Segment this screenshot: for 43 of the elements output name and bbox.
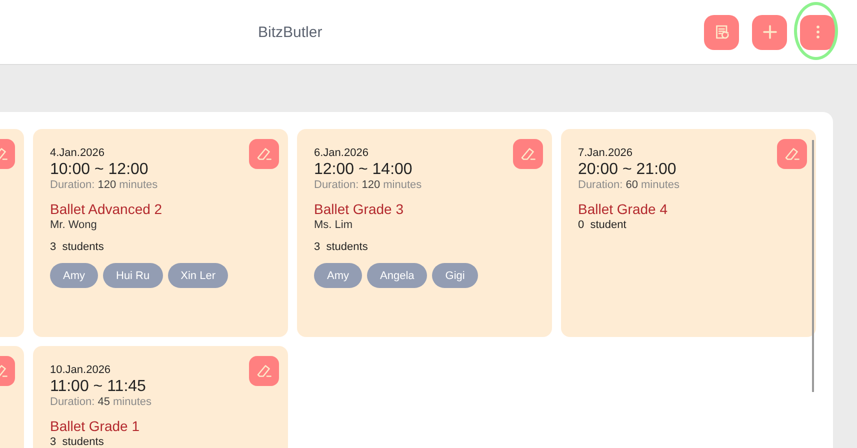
class-duration: Duration: 45 minutes [50, 396, 152, 408]
teacher-name: Mr. Wong [50, 219, 97, 231]
edit-button[interactable] [777, 139, 807, 169]
class-name: Ballet Grade 1 [50, 418, 140, 434]
student-chip[interactable]: Gigi [432, 263, 478, 288]
class-duration: Duration: 120 minutes [50, 179, 158, 191]
app-title: BitzButler [258, 24, 324, 40]
pencil-icon [255, 362, 273, 380]
class-time: 10:00 ~ 12:00 [50, 161, 148, 179]
plus-icon [762, 25, 776, 39]
more-icon [816, 25, 820, 39]
edit-button[interactable] [513, 139, 543, 169]
student-chip[interactable]: Amy [50, 263, 98, 288]
class-date: 4.Jan.2026 [50, 147, 104, 159]
teacher-name: Ms. Lim [314, 219, 352, 231]
pencil-icon [783, 145, 801, 163]
history-button[interactable] [704, 14, 739, 50]
pencil-icon [519, 145, 537, 163]
class-time: 12:00 ~ 14:00 [314, 161, 412, 179]
class-duration: Duration: 60 minutes [578, 179, 680, 191]
class-time: 20:00 ~ 21:00 [578, 161, 676, 179]
student-chip[interactable]: Angela [367, 263, 428, 288]
more-button[interactable] [800, 14, 835, 50]
class-date: 6.Jan.2026 [314, 147, 368, 159]
student-chip[interactable]: Xin Ler [168, 263, 228, 288]
student-count: 3 students [50, 436, 104, 448]
edit-button[interactable] [249, 356, 279, 386]
pencil-icon [255, 145, 273, 163]
student-chip[interactable]: Amy [314, 263, 362, 288]
student-chip[interactable]: Hui Ru [103, 263, 163, 288]
class-name: Ballet Grade 4 [578, 201, 668, 217]
class-duration: Duration: 120 minutes [314, 179, 422, 191]
class-name: Ballet Grade 3 [314, 201, 404, 217]
student-count: 3 students [50, 241, 104, 253]
class-date: 7.Jan.2026 [578, 147, 632, 159]
class-name: Ballet Advanced 2 [50, 201, 162, 217]
student-count: 3 students [314, 241, 368, 253]
scrollbar[interactable] [812, 140, 814, 392]
class-date: 10.Jan.2026 [50, 364, 111, 376]
add-button[interactable] [752, 14, 787, 50]
class-time: 11:00 ~ 11:45 [50, 378, 146, 396]
edit-button[interactable] [249, 139, 279, 169]
student-count: 0 student [578, 219, 626, 231]
